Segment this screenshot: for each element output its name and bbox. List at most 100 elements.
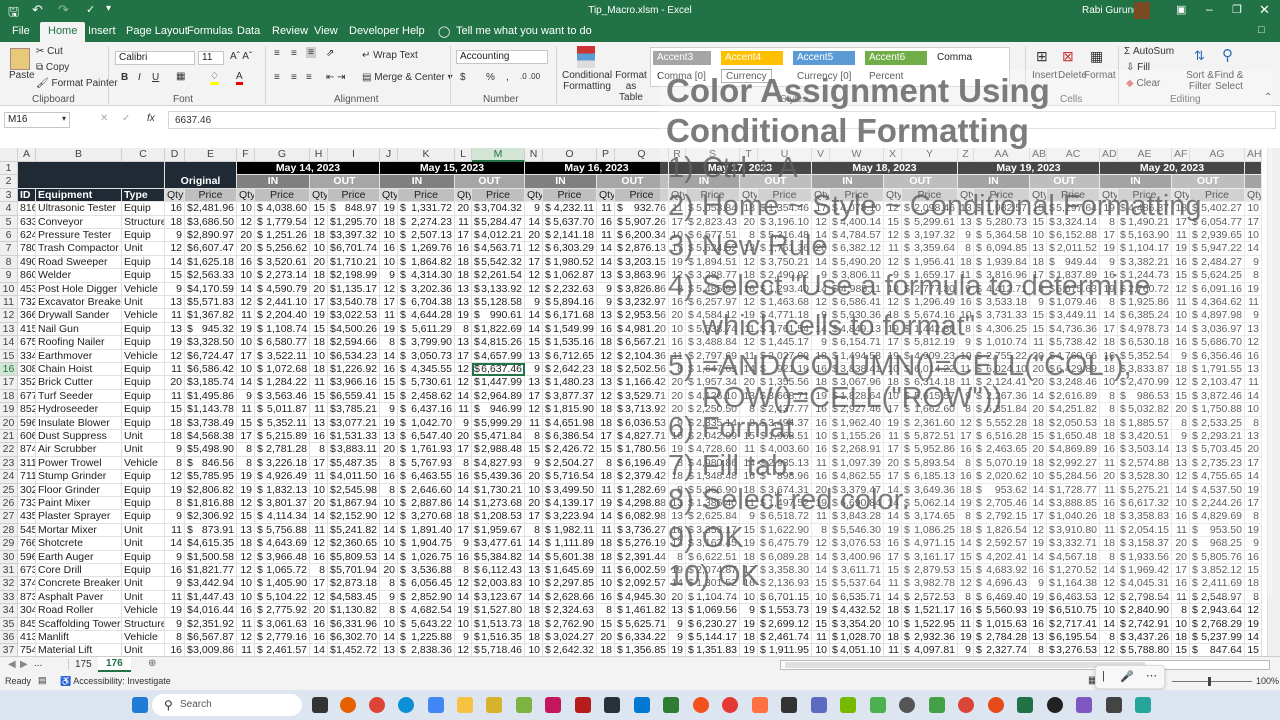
qty-cell[interactable]: 17 — [525, 510, 543, 524]
type-cell[interactable]: Unit — [122, 644, 165, 656]
price-cell[interactable]: $1,164.38 — [1047, 577, 1100, 591]
qty-cell[interactable]: 10 — [669, 322, 686, 337]
type-cell[interactable]: Unit — [122, 242, 165, 256]
collapse-ribbon-icon[interactable]: ⌃ — [1264, 92, 1272, 103]
qty-cell[interactable]: 9 — [1100, 255, 1118, 270]
qty-cell[interactable]: 12 — [740, 255, 758, 270]
qty-cell[interactable]: 19 — [165, 483, 185, 497]
qty-cell[interactable]: 20 — [812, 483, 830, 497]
price-cell[interactable]: $2,699.12 — [758, 617, 812, 631]
price-cell[interactable]: $1,535.16 — [543, 336, 597, 350]
qty-cell[interactable]: 15 — [1172, 644, 1190, 656]
qty-cell[interactable]: 10 — [1030, 470, 1047, 484]
price-cell[interactable]: $2,823.43 — [686, 215, 740, 229]
price-cell[interactable]: $2,463.65 — [974, 443, 1030, 457]
qty-cell[interactable]: 12 — [1245, 604, 1262, 618]
price-cell[interactable]: $3,358.83 — [1118, 510, 1172, 524]
price-cell[interactable]: $6,303.29 — [543, 242, 597, 256]
equipment-cell[interactable]: Air Scrubber — [36, 443, 122, 457]
qty-cell[interactable]: 15 — [1030, 215, 1047, 229]
qty-cell[interactable]: 19 — [740, 537, 758, 551]
qty-cell[interactable]: 19 — [165, 604, 185, 618]
type-cell[interactable]: Equip — [122, 483, 165, 497]
style-accent6[interactable]: Accent6 — [865, 51, 927, 65]
qty-cell[interactable]: 20 — [237, 229, 255, 243]
row-header-34[interactable]: 34 — [0, 604, 18, 618]
price-cell[interactable]: $2,124.41 — [974, 376, 1030, 390]
price-cell[interactable]: $5,947.22 — [1190, 242, 1245, 256]
id-cell[interactable]: 780 — [18, 242, 36, 256]
row-header-29[interactable]: 29 — [0, 537, 18, 551]
qty-cell[interactable]: 19 — [1030, 537, 1047, 551]
qty-cell[interactable]: 8 — [380, 604, 398, 618]
price-cell[interactable]: $846.56 — [185, 456, 237, 471]
price-cell[interactable]: $5,872.51 — [902, 430, 958, 444]
qty-cell[interactable]: 15 — [597, 443, 615, 457]
qty-cell[interactable]: 15 — [237, 416, 255, 430]
qty-cell[interactable]: 17 — [1245, 456, 1262, 471]
qty-cell[interactable]: 16 — [310, 430, 328, 444]
price-cell[interactable]: $1,028.70 — [830, 631, 884, 645]
column-header-U[interactable]: U — [758, 148, 812, 162]
column-header-Q[interactable]: Q — [615, 148, 669, 162]
type-cell[interactable]: Unit — [122, 577, 165, 591]
qty-cell[interactable]: 19 — [310, 309, 328, 323]
qty-cell[interactable]: 8 — [1100, 296, 1118, 310]
qty-cell[interactable]: 14 — [380, 550, 398, 564]
qty-cell[interactable]: 11 — [669, 349, 686, 363]
column-header-F[interactable]: F — [237, 148, 255, 162]
qty-cell[interactable]: 16 — [1172, 510, 1190, 524]
price-cell[interactable]: $3,503.14 — [1118, 443, 1172, 457]
qty-cell[interactable]: 14 — [525, 215, 543, 229]
equipment-cell[interactable]: Conveyor — [36, 215, 122, 229]
price-cell[interactable]: $3,332.71 — [1047, 537, 1100, 551]
row-header-23[interactable]: 23 — [0, 456, 18, 471]
close-icon[interactable]: ✕ — [1259, 2, 1270, 18]
column-header-Z[interactable]: Z — [958, 148, 974, 162]
price-cell[interactable]: $2,775.92 — [255, 604, 310, 618]
font-color-icon[interactable]: A — [236, 71, 243, 85]
price-cell[interactable]: $1,494.58 — [830, 349, 884, 363]
fill-color-icon[interactable]: ♢ — [210, 71, 219, 85]
price-cell[interactable]: $5,241.82 — [328, 523, 380, 538]
price-cell[interactable]: $6,314.18 — [902, 376, 958, 390]
qty-cell[interactable]: 12 — [1172, 470, 1190, 484]
qty-cell[interactable]: 14 — [455, 483, 472, 497]
id-cell[interactable]: 490 — [18, 255, 36, 270]
row-header-10[interactable]: 10 — [0, 282, 18, 296]
tab-review[interactable]: Review — [272, 25, 308, 37]
price-cell[interactable]: $5,615.57 — [902, 389, 958, 404]
price-cell[interactable]: $6,257.97 — [686, 296, 740, 310]
qty-cell[interactable]: 10 — [310, 242, 328, 256]
price-cell[interactable]: $4,078.10 — [830, 202, 884, 216]
price-cell[interactable]: $5,966.90 — [686, 483, 740, 497]
qty-cell[interactable]: 20 — [1172, 403, 1190, 417]
equipment-cell[interactable]: Core Drill — [36, 564, 122, 578]
qty-cell[interactable]: 18 — [884, 309, 902, 323]
qty-cell[interactable]: 17 — [884, 443, 902, 457]
qty-cell[interactable]: 11 — [812, 510, 830, 524]
qty-cell[interactable]: 17 — [740, 564, 758, 578]
price-cell[interactable]: $5,893.54 — [902, 456, 958, 471]
qty-cell[interactable]: 12 — [669, 269, 686, 283]
price-cell[interactable]: $1,761.36 — [758, 242, 812, 256]
price-cell[interactable]: $6,530.18 — [1118, 336, 1172, 350]
qty-cell[interactable]: 10 — [812, 430, 830, 444]
align-bottom-icon[interactable]: ≡ — [306, 47, 316, 58]
formula-input[interactable]: 6637.46 — [168, 111, 1276, 129]
price-cell[interactable]: $4,862.55 — [830, 470, 884, 484]
price-cell[interactable]: $986.53 — [1118, 389, 1172, 404]
qty-cell[interactable]: 14 — [1245, 631, 1262, 645]
price-cell[interactable]: $2,533.25 — [1190, 416, 1245, 430]
tab-view[interactable]: View — [314, 25, 338, 37]
qty-cell[interactable]: 18 — [1172, 631, 1190, 645]
qty-cell[interactable]: 12 — [310, 590, 328, 605]
qty-cell[interactable]: 14 — [380, 523, 398, 538]
qty-cell[interactable]: 10 — [237, 577, 255, 591]
qty-cell[interactable]: 11 — [237, 309, 255, 323]
type-cell[interactable]: Structure — [122, 215, 165, 229]
file-explorer-icon[interactable] — [457, 697, 473, 713]
qty-cell[interactable]: 11 — [958, 617, 974, 631]
price-cell[interactable]: $2,548.97 — [1190, 590, 1245, 605]
price-cell[interactable]: $1,208.53 — [472, 510, 525, 524]
